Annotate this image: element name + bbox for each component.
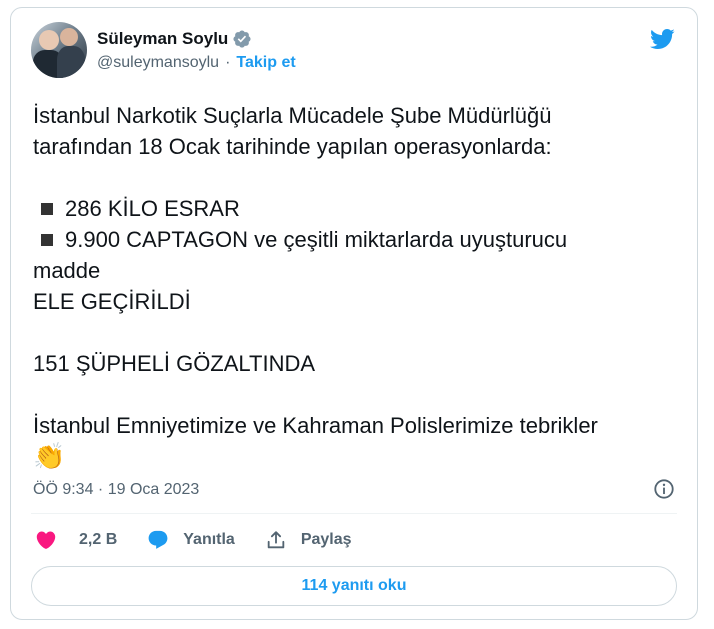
share-button[interactable]: Paylaş (265, 529, 352, 551)
tweet-line: madde (33, 258, 101, 283)
like-button[interactable]: 2,2 B (35, 529, 117, 551)
tweet-header: Süleyman Soylu @suleymansoylu · Takip et (31, 22, 296, 78)
tweet-line: tarafından 18 Ocak tarihinde yapılan ope… (33, 134, 552, 159)
heart-icon (36, 531, 56, 549)
share-icon (267, 531, 285, 549)
bullet-square-icon (41, 233, 53, 246)
info-icon[interactable] (653, 478, 675, 500)
bullet-item: 286 KİLO ESRAR (33, 193, 683, 224)
verified-badge-icon (233, 30, 251, 48)
tweet-card: Süleyman Soylu @suleymansoylu · Takip et… (10, 7, 698, 620)
bullet-text: 286 KİLO ESRAR (65, 196, 240, 221)
separator-dot: · (225, 54, 231, 71)
tweet-text: İstanbul Narkotik Suçlarla Mücadele Şube… (33, 100, 683, 473)
timestamp[interactable]: ÖÖ 9:34 · 19 Oca 2023 (33, 481, 199, 499)
tweet-line: İstanbul Emniyetimize ve Kahraman Polisl… (33, 413, 598, 438)
reply-label: Yanıtla (183, 531, 235, 548)
bullet-text: 9.900 CAPTAGON ve çeşitli miktarlarda uy… (65, 227, 568, 252)
twitter-bird-icon[interactable] (647, 26, 677, 52)
tweet-line: İstanbul Narkotik Suçlarla Mücadele Şube… (33, 103, 552, 128)
action-bar: 2,2 B Yanıtla Paylaş (35, 529, 382, 551)
read-replies-button[interactable]: 114 yanıtı oku (31, 566, 677, 606)
follow-button[interactable]: Takip et (236, 54, 295, 72)
like-count: 2,2 B (79, 531, 118, 548)
reply-button[interactable]: Yanıtla (147, 529, 235, 551)
share-label: Paylaş (300, 531, 352, 548)
bullet-square-icon (41, 202, 53, 215)
author-block: Süleyman Soylu @suleymansoylu · Takip et (97, 28, 296, 72)
handle[interactable]: @suleymansoylu (97, 54, 219, 72)
clapping-hands-emoji: 👏 (33, 441, 66, 471)
reply-bubble-icon (148, 530, 168, 549)
display-name[interactable]: Süleyman Soylu (97, 29, 228, 49)
tweet-line: 151 ŞÜPHELİ GÖZALTINDA (33, 351, 316, 376)
bullet-item: 9.900 CAPTAGON ve çeşitli miktarlarda uy… (33, 224, 683, 255)
avatar[interactable] (31, 22, 87, 78)
divider (31, 513, 677, 514)
tweet-line: ELE GEÇİRİLDİ (33, 289, 191, 314)
